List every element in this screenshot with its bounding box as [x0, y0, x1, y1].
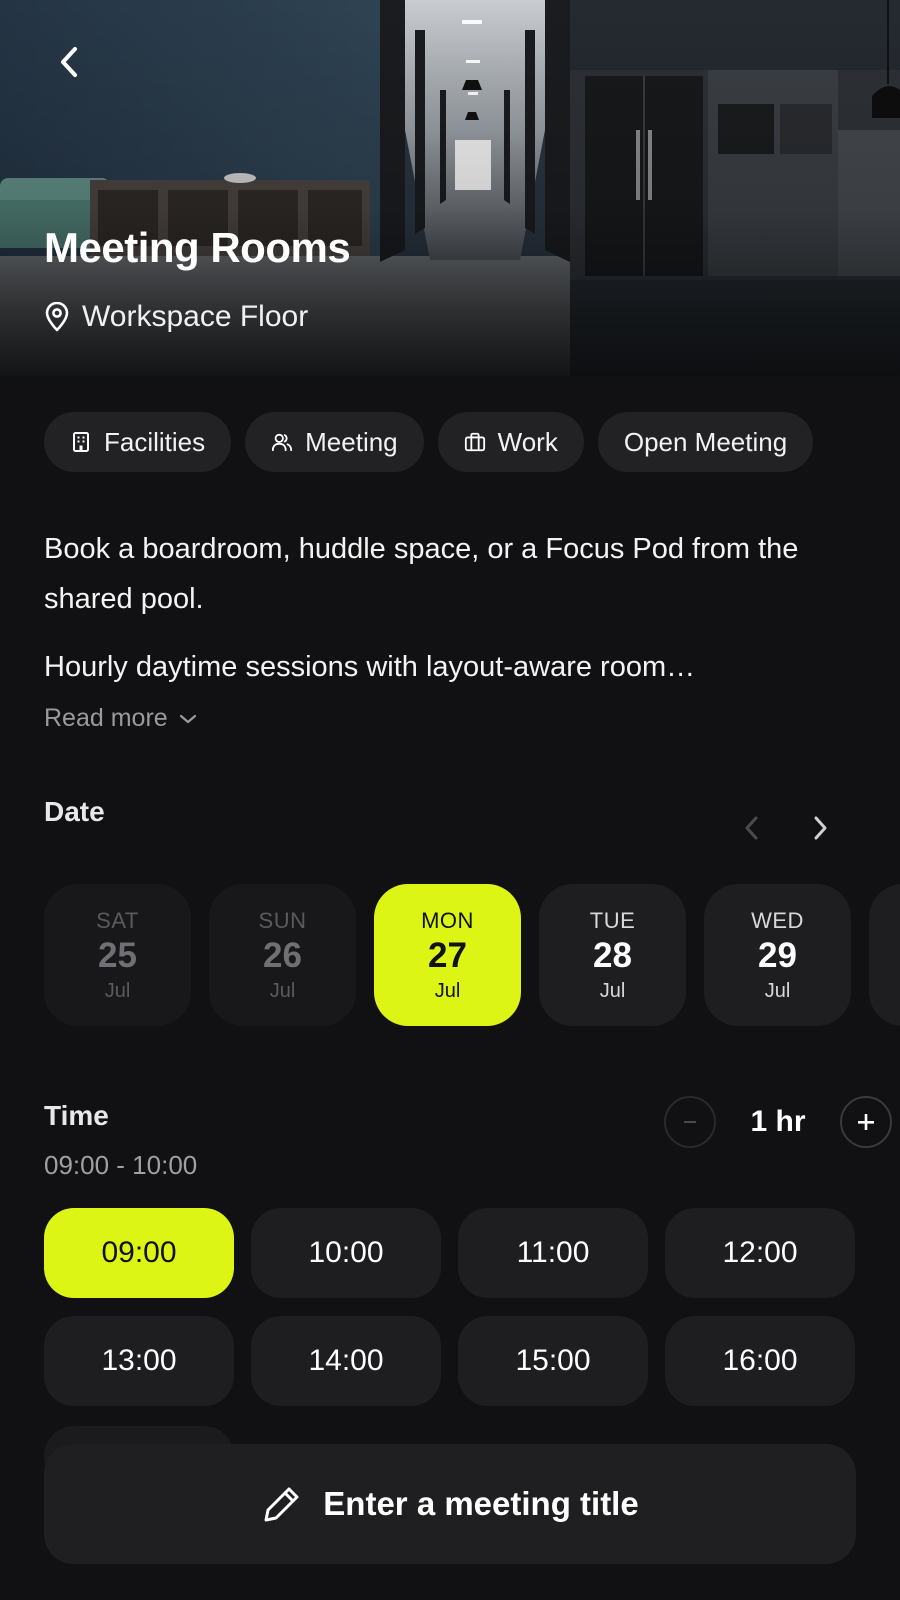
date-card-sun-26[interactable]: SUN 26 Jul — [209, 884, 356, 1026]
read-more-label: Read more — [44, 704, 168, 732]
tag-facilities[interactable]: Facilities — [44, 412, 232, 472]
date-day: 29 — [758, 935, 797, 975]
date-weekday: SAT — [96, 907, 139, 933]
tag-label: Work — [497, 426, 558, 457]
time-slot-1600[interactable]: 16:00 — [665, 1316, 855, 1406]
time-slot-1300[interactable]: 13:00 — [44, 1316, 234, 1406]
tag-label: Meeting — [305, 426, 398, 457]
date-picker: SAT 25 Jul SUN 26 Jul MON 27 Jul TUE 28 … — [44, 884, 900, 1026]
duration-increase-button[interactable] — [840, 1096, 892, 1148]
date-month: Jul — [269, 979, 296, 1002]
date-month: Jul — [434, 979, 461, 1002]
tag-work[interactable]: Work — [437, 412, 584, 472]
description-paragraph-2: Hourly daytime sessions with layout-awar… — [44, 651, 696, 683]
location-text: Workspace Floor — [82, 300, 309, 333]
tag-open-meeting[interactable]: Open Meeting — [597, 412, 814, 472]
hero-banner: Meeting Rooms Workspace Floor — [0, 0, 900, 376]
date-next-button[interactable] — [800, 808, 840, 848]
date-month: Jul — [764, 979, 791, 1002]
date-day: 26 — [263, 935, 302, 975]
date-card-tue-28[interactable]: TUE 28 Jul — [539, 884, 686, 1026]
building-icon — [73, 432, 89, 452]
date-day: 27 — [428, 935, 467, 975]
date-month: Jul — [599, 979, 626, 1002]
duration-decrease-button[interactable] — [664, 1096, 716, 1148]
description-paragraph-1: Book a boardroom, huddle space, or a Foc… — [44, 533, 799, 615]
time-slot-1200[interactable]: 12:00 — [665, 1208, 855, 1298]
plus-icon — [858, 1114, 874, 1130]
date-section-label: Date — [44, 796, 105, 827]
chevron-left-icon — [745, 816, 758, 840]
page-title: Meeting Rooms — [44, 224, 351, 271]
time-section-label: Time — [44, 1100, 109, 1131]
pencil-icon — [264, 1487, 299, 1522]
chevron-down-icon — [179, 714, 196, 723]
date-weekday: WED — [751, 907, 804, 933]
map-pin-icon — [45, 302, 69, 332]
duration-value: 1 hr — [750, 1105, 806, 1138]
time-slot-1500[interactable]: 15:00 — [458, 1316, 648, 1406]
tag-label: Open Meeting — [623, 426, 788, 457]
date-card-next-partial[interactable] — [869, 884, 900, 1026]
date-prev-button[interactable] — [732, 808, 772, 848]
meeting-title-placeholder: Enter a meeting title — [323, 1485, 639, 1522]
date-weekday: SUN — [258, 907, 307, 933]
time-slot-1100[interactable]: 11:00 — [458, 1208, 648, 1298]
read-more-link[interactable]: Read more — [44, 704, 198, 733]
tag-meeting[interactable]: Meeting — [245, 412, 424, 472]
duration-stepper: 1 hr — [664, 1096, 892, 1148]
minus-icon — [684, 1121, 696, 1123]
back-button[interactable] — [44, 36, 96, 88]
date-day: 28 — [593, 935, 632, 975]
time-slot-1000[interactable]: 10:00 — [251, 1208, 441, 1298]
time-slot-1400[interactable]: 14:00 — [251, 1316, 441, 1406]
date-month: Jul — [104, 979, 131, 1002]
date-card-wed-29[interactable]: WED 29 Jul — [704, 884, 851, 1026]
date-weekday: TUE — [589, 907, 636, 933]
date-day: 25 — [98, 935, 137, 975]
briefcase-icon — [464, 432, 485, 452]
chevron-right-icon — [814, 816, 827, 840]
tag-list: Facilities Meeting Work Open Meeting — [44, 412, 814, 472]
date-weekday: MON — [421, 907, 474, 933]
date-card-mon-27[interactable]: MON 27 Jul — [374, 884, 521, 1026]
date-card-sat-25[interactable]: SAT 25 Jul — [44, 884, 191, 1026]
time-slot-0900[interactable]: 09:00 — [44, 1208, 234, 1298]
chevron-left-icon — [61, 47, 77, 77]
time-slot-grid: 09:00 10:00 11:00 12:00 13:00 14:00 15:0… — [44, 1208, 856, 1406]
time-range: 09:00 - 10:00 — [44, 1150, 198, 1180]
booking-screen: Meeting Rooms Workspace Floor Facilities — [0, 0, 900, 1600]
meeting-title-button[interactable]: Enter a meeting title — [44, 1444, 856, 1564]
tag-label: Facilities — [104, 426, 206, 457]
users-icon — [272, 433, 293, 452]
location-row: Workspace Floor — [44, 300, 308, 334]
